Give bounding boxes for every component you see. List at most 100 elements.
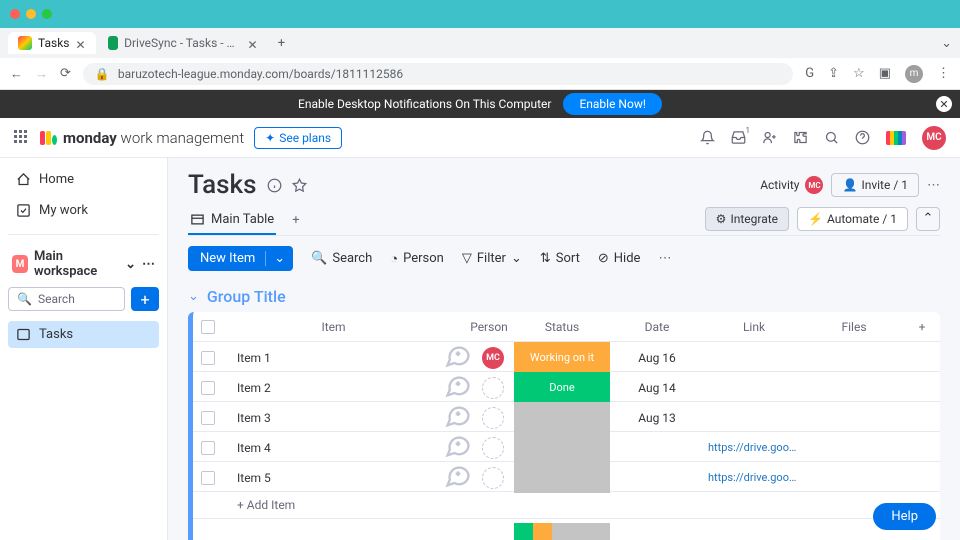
browser-tab[interactable]: DriveSync - Tasks - Google Dr ✕ xyxy=(98,32,268,54)
person-cell[interactable] xyxy=(472,467,514,489)
workspace-selector[interactable]: M Main workspace ⌄ ⋯ xyxy=(8,245,159,283)
more-icon[interactable]: ⋯ xyxy=(142,257,155,272)
collapse-button[interactable]: ⌃ xyxy=(916,207,940,231)
user-avatar[interactable]: MC xyxy=(922,126,946,150)
date-cell[interactable]: Aug 16 xyxy=(610,351,704,365)
star-icon[interactable]: ☆ xyxy=(853,66,865,81)
close-icon[interactable]: ✕ xyxy=(248,38,258,48)
col-status[interactable]: Status xyxy=(514,320,610,334)
monday-logo-icon[interactable] xyxy=(886,131,906,145)
automate-button[interactable]: ⚡Automate / 1 xyxy=(797,207,908,231)
reload-icon[interactable]: ⟳ xyxy=(60,66,71,82)
chat-icon[interactable] xyxy=(444,342,472,373)
view-tab-main-table[interactable]: Main Table xyxy=(188,206,276,235)
chat-icon[interactable] xyxy=(444,372,472,403)
min-dot[interactable] xyxy=(26,9,36,19)
add-item-row[interactable]: + Add Item xyxy=(193,492,940,519)
person-cell[interactable] xyxy=(472,437,514,459)
chat-icon[interactable] xyxy=(444,462,472,493)
add-view-button[interactable]: + xyxy=(288,209,303,232)
see-plans-button[interactable]: ✦ See plans xyxy=(254,127,342,149)
row-checkbox[interactable] xyxy=(201,381,215,395)
search-icon[interactable] xyxy=(824,130,839,145)
item-name[interactable]: Item 4 xyxy=(223,441,444,455)
profile-avatar[interactable]: m xyxy=(905,65,923,83)
search-tool[interactable]: 🔍Search xyxy=(311,251,372,266)
row-checkbox[interactable] xyxy=(201,411,215,425)
close-dot[interactable] xyxy=(10,9,20,19)
close-icon[interactable]: ✕ xyxy=(76,38,86,48)
more-icon[interactable]: ⋯ xyxy=(927,178,940,193)
star-icon[interactable] xyxy=(292,178,307,193)
col-date[interactable]: Date xyxy=(610,320,704,334)
col-files[interactable]: Files xyxy=(804,320,904,334)
panel-icon[interactable]: ▣ xyxy=(879,66,891,81)
inbox-icon[interactable]: 1 xyxy=(731,130,746,145)
col-item[interactable]: Item xyxy=(223,320,444,334)
hide-tool[interactable]: ⊘Hide xyxy=(598,251,641,266)
integrate-button[interactable]: ⚙Integrate xyxy=(705,207,789,231)
browser-tab-active[interactable]: Tasks ✕ xyxy=(8,32,96,54)
status-cell[interactable]: Done xyxy=(514,372,610,403)
row-checkbox[interactable] xyxy=(201,351,215,365)
sidebar-board-tasks[interactable]: Tasks xyxy=(8,321,159,348)
item-name[interactable]: Item 3 xyxy=(223,411,444,425)
bell-icon[interactable] xyxy=(700,130,715,145)
enable-now-button[interactable]: Enable Now! xyxy=(563,93,662,115)
link-cell[interactable]: https://drive.google... xyxy=(704,441,804,454)
info-icon[interactable] xyxy=(267,178,282,193)
back-icon[interactable]: ← xyxy=(10,66,23,82)
date-cell[interactable]: Aug 13 xyxy=(610,411,704,425)
share-icon[interactable]: ⇪ xyxy=(828,66,839,81)
help-button[interactable]: Help xyxy=(873,503,936,530)
new-item-button[interactable]: New Item⌄ xyxy=(188,246,293,271)
invite-icon[interactable] xyxy=(762,130,777,145)
col-link[interactable]: Link xyxy=(704,320,804,334)
menu-icon[interactable]: ⋮ xyxy=(937,66,950,81)
invite-button[interactable]: 👤Invite / 1 xyxy=(831,173,919,197)
col-person[interactable]: Person xyxy=(464,320,514,334)
new-tab-button[interactable]: + xyxy=(270,31,294,55)
link-cell[interactable]: https://drive.google... xyxy=(704,471,804,484)
chevron-down-icon[interactable]: ⌄ xyxy=(265,251,285,266)
puzzle-icon[interactable] xyxy=(793,130,808,145)
more-icon[interactable]: ⋯ xyxy=(658,251,671,266)
row-checkbox[interactable] xyxy=(201,471,215,485)
chat-icon[interactable] xyxy=(444,432,472,463)
select-all-checkbox[interactable] xyxy=(201,320,215,334)
table-row[interactable]: Item 4 https://drive.google... xyxy=(193,432,940,462)
brand-logo[interactable]: monday work management xyxy=(40,129,244,147)
gsearch-icon[interactable]: G xyxy=(805,66,814,81)
status-cell[interactable] xyxy=(514,402,610,433)
forward-icon[interactable]: → xyxy=(35,66,48,82)
person-tool[interactable]: ◔Person xyxy=(390,251,444,267)
status-cell[interactable]: Working on it xyxy=(514,342,610,373)
person-cell[interactable]: MC xyxy=(472,347,514,369)
tab-dropdown-icon[interactable]: ⌄ xyxy=(941,36,952,51)
close-icon[interactable]: ✕ xyxy=(936,96,952,112)
date-cell[interactable]: Aug 14 xyxy=(610,381,704,395)
max-dot[interactable] xyxy=(42,9,52,19)
sidebar-search[interactable]: 🔍Search xyxy=(8,287,125,311)
status-cell[interactable] xyxy=(514,432,610,463)
item-name[interactable]: Item 2 xyxy=(223,381,444,395)
filter-tool[interactable]: ▽Filter ⌄ xyxy=(462,251,522,266)
apps-grid-icon[interactable] xyxy=(14,130,30,146)
item-name[interactable]: Item 1 xyxy=(223,351,444,365)
row-checkbox[interactable] xyxy=(201,441,215,455)
status-cell[interactable] xyxy=(514,462,610,493)
table-row[interactable]: Item 5 https://drive.google... xyxy=(193,462,940,492)
person-cell[interactable] xyxy=(472,377,514,399)
sidebar-home[interactable]: Home xyxy=(8,166,159,193)
table-row[interactable]: Item 3 Aug 13 xyxy=(193,402,940,432)
add-column-button[interactable]: + xyxy=(904,320,940,334)
url-input[interactable]: 🔒 baruzotech-league.monday.com/boards/18… xyxy=(83,63,793,85)
help-icon[interactable] xyxy=(855,130,870,145)
item-name[interactable]: Item 5 xyxy=(223,471,444,485)
group-header[interactable]: ⌄ Group Title xyxy=(188,287,940,306)
person-cell[interactable] xyxy=(472,407,514,429)
activity-button[interactable]: ActivityMC xyxy=(760,176,823,194)
sidebar-mywork[interactable]: My work xyxy=(8,197,159,224)
sort-tool[interactable]: ⇅Sort xyxy=(540,251,580,266)
chat-icon[interactable] xyxy=(444,402,472,433)
